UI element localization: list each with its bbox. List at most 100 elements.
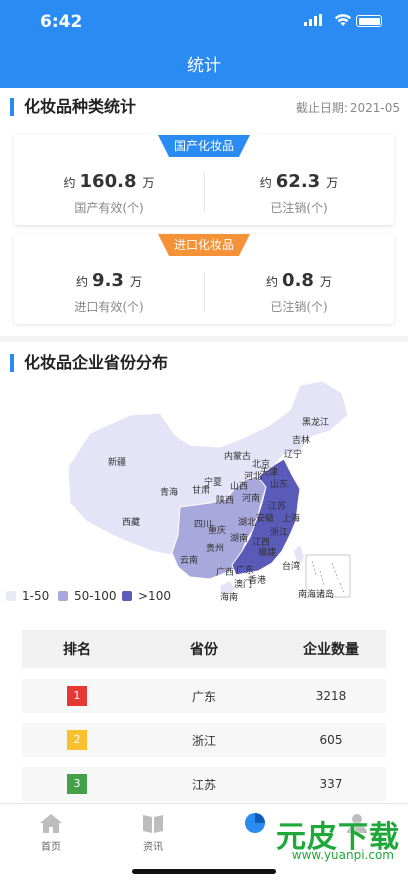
map-label: 湖南 <box>230 532 248 543</box>
imported-valid-stat: 约 9.3 万 进口有效(个) <box>14 234 204 324</box>
section-separator <box>0 336 408 342</box>
stat-value: 160.8 <box>79 171 137 192</box>
signal-icon <box>304 14 322 26</box>
tab-label: 资讯 <box>143 842 163 853</box>
legend-swatch <box>122 591 132 601</box>
stats-icon <box>245 813 265 833</box>
stat-unit: 万 <box>129 275 142 289</box>
china-map[interactable]: 新疆 西藏 青海 甘肃 宁夏 内蒙古 黑龙江 吉林 辽宁 北京 天津 河北 山西… <box>60 375 360 605</box>
imported-cancelled-stat: 约 0.8 万 已注销(个) <box>204 234 394 324</box>
status-time: 6:42 <box>40 12 83 32</box>
stat-prefix: 约 <box>266 275 279 289</box>
domestic-card[interactable]: 国产化妆品 约 160.8 万 国产有效(个) 约 62.3 万 已注销(个) <box>14 135 394 225</box>
map-label: 云南 <box>180 554 198 565</box>
company-count: 605 <box>319 733 343 747</box>
battery-icon <box>356 15 382 27</box>
stat-unit: 万 <box>142 176 155 190</box>
company-count: 3218 <box>315 689 347 703</box>
deadline-value: 2021-05 <box>349 101 400 115</box>
map-label: 河北 <box>244 470 262 481</box>
map-label: 海南 <box>220 591 238 602</box>
legend-item: 50-100 <box>58 589 117 603</box>
stat-label: 国产有效(个) <box>74 201 144 215</box>
map-label: 福建 <box>258 546 276 557</box>
company-count: 337 <box>319 777 343 791</box>
map-label: 宁夏 <box>204 476 222 487</box>
legend-swatch <box>58 591 68 601</box>
types-section-title: 化妆品种类统计 <box>10 98 136 116</box>
stat-prefix: 约 <box>63 176 76 190</box>
map-label: 内蒙古 <box>224 450 251 461</box>
rank-badge: 1 <box>67 686 87 706</box>
home-indicator[interactable] <box>132 869 276 874</box>
stat-prefix: 约 <box>76 275 89 289</box>
stat-unit: 万 <box>326 176 339 190</box>
home-icon <box>40 814 62 833</box>
map-label: 西藏 <box>122 516 140 527</box>
map-label: 浙江 <box>270 526 288 537</box>
ranking-table-header: 排名 省份 企业数量 <box>22 630 386 668</box>
table-row[interactable]: 1 广东 3218 <box>22 679 386 713</box>
map-label: 湖北 <box>238 517 256 527</box>
map-label: 广东 <box>236 564 254 575</box>
map-label: 河南 <box>242 492 260 503</box>
header-count: 企业数量 <box>303 642 359 658</box>
map-label: 青海 <box>160 486 178 497</box>
stat-label: 进口有效(个) <box>74 300 144 314</box>
legend-label: >100 <box>138 589 171 603</box>
stat-value: 62.3 <box>275 171 321 192</box>
tab-label: 首页 <box>41 842 61 853</box>
stat-label: 已注销(个) <box>270 201 328 215</box>
table-row[interactable]: 2 浙江 605 <box>22 723 386 757</box>
province-name: 江苏 <box>191 777 216 792</box>
stat-prefix: 约 <box>259 176 272 190</box>
map-label: 山东 <box>270 478 288 489</box>
stat-value: 9.3 <box>92 270 124 291</box>
deadline-label: 截止日期: <box>295 101 348 115</box>
rank-badge: 2 <box>67 730 87 750</box>
map-label: 江西 <box>252 537 270 547</box>
stat-unit: 万 <box>319 275 332 289</box>
province-name: 广东 <box>191 689 216 704</box>
map-label: 黑龙江 <box>302 416 329 427</box>
map-label: 山西 <box>230 481 248 491</box>
status-bar: 6:42 <box>0 0 408 44</box>
deadline: 截止日期: 2021-05 <box>294 99 400 116</box>
book-icon <box>143 815 163 833</box>
rank-badge: 3 <box>67 774 87 794</box>
map-label: 广西 <box>216 566 234 577</box>
tab-home[interactable]: 首页 <box>0 812 102 853</box>
legend-item: >100 <box>122 589 171 603</box>
map-section-title: 化妆品企业省份分布 <box>10 354 168 372</box>
map-label: 陕西 <box>216 494 234 505</box>
legend-label: 50-100 <box>74 589 117 603</box>
map-label: 安徽 <box>256 512 274 523</box>
wifi-icon <box>334 14 352 26</box>
legend-swatch <box>6 591 16 601</box>
map-label: 台湾 <box>282 560 300 571</box>
map-label: 江苏 <box>268 500 286 511</box>
map-label: 天津 <box>260 467 278 477</box>
header-rank: 排名 <box>63 642 91 658</box>
map-label: 贵州 <box>206 542 224 553</box>
page-title: 统计 <box>0 44 408 88</box>
table-row[interactable]: 3 江苏 337 <box>22 767 386 801</box>
province-name: 浙江 <box>191 733 216 748</box>
legend-item: 1-50 <box>6 589 49 603</box>
header-province: 省份 <box>190 642 218 658</box>
tab-news[interactable]: 资讯 <box>102 812 204 853</box>
map-label: 南海诸岛 <box>298 588 334 599</box>
legend-label: 1-50 <box>22 589 50 603</box>
stat-label: 已注销(个) <box>270 300 328 314</box>
map-label: 重庆 <box>208 524 226 535</box>
map-label: 新疆 <box>108 456 126 467</box>
imported-card[interactable]: 进口化妆品 约 9.3 万 进口有效(个) 约 0.8 万 已注销(个) <box>14 234 394 324</box>
map-label: 上海 <box>282 512 300 523</box>
domestic-cancelled-stat: 约 62.3 万 已注销(个) <box>204 135 394 225</box>
map-label: 辽宁 <box>284 448 302 459</box>
domestic-valid-stat: 约 160.8 万 国产有效(个) <box>14 135 204 225</box>
watermark-url: www.yuanpi.com <box>291 848 394 862</box>
map-label: 吉林 <box>292 434 310 445</box>
stat-value: 0.8 <box>282 270 314 291</box>
map-label: 澳门 <box>234 578 252 589</box>
